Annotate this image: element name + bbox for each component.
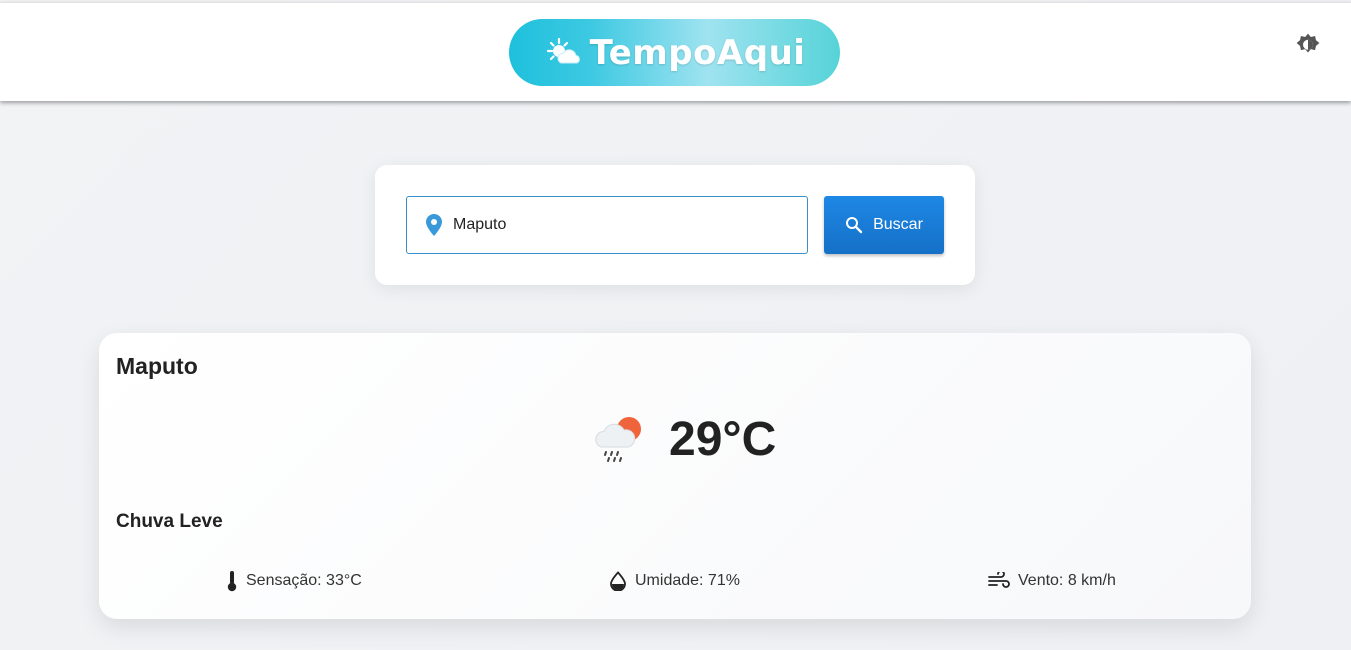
feels-like-text: Sensação: 33°C: [246, 572, 362, 589]
brand-name: TempoAqui: [589, 32, 806, 73]
thermometer-icon: [227, 571, 237, 592]
feels-like-detail: Sensação: 33°C: [226, 569, 362, 593]
search-button[interactable]: Buscar: [824, 196, 944, 254]
sun-cloud-icon: [546, 37, 580, 63]
location-pin-icon: [426, 214, 442, 236]
wind-icon: [988, 572, 1010, 588]
search-icon: [846, 217, 863, 234]
city-name: Maputo: [116, 353, 198, 379]
wind-detail: Vento: 8 km/h: [988, 569, 1116, 593]
humidity-detail: Umidade: 71%: [609, 569, 740, 593]
water-drop-icon: [610, 571, 626, 591]
temperature-value: 29°C: [669, 412, 777, 466]
app-header: TempoAqui: [0, 2, 1351, 101]
search-card: Buscar: [375, 165, 975, 285]
brightness-icon[interactable]: [1295, 32, 1321, 58]
current-temperature-row: 29°C: [589, 409, 776, 469]
wind-text: Vento: 8 km/h: [1018, 572, 1116, 589]
city-search-input[interactable]: [453, 216, 773, 234]
city-search-field[interactable]: [406, 196, 808, 254]
app-logo[interactable]: TempoAqui: [509, 19, 840, 86]
weather-card: Maputo 29°C Chuva Leve Sensação: 33°C Um…: [99, 333, 1251, 619]
weather-description: Chuva Leve: [116, 511, 223, 532]
humidity-text: Umidade: 71%: [635, 572, 740, 589]
search-button-label: Buscar: [873, 216, 923, 233]
rain-cloud-sun-icon: [595, 417, 641, 462]
